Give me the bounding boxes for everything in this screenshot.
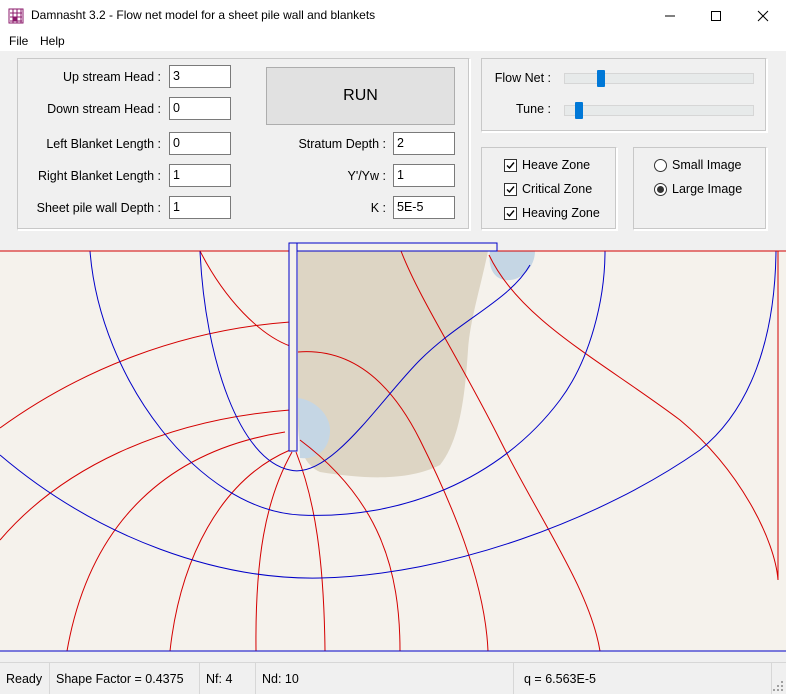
k-label: K : <box>370 201 386 215</box>
k-input[interactable]: 5E-5 <box>393 196 455 219</box>
minimize-icon <box>665 15 675 16</box>
app-icon <box>8 8 24 24</box>
close-icon <box>757 10 769 21</box>
sheet-pile-depth-label: Sheet pile wall Depth : <box>36 201 161 215</box>
checkbox-box <box>504 182 517 196</box>
check-icon <box>506 209 515 217</box>
large-image-radio[interactable]: Large Image <box>654 182 742 196</box>
check-icon <box>506 161 515 169</box>
checkbox-box <box>504 158 517 172</box>
upstream-head-input[interactable]: 3 <box>169 65 231 88</box>
radio-circle <box>654 182 667 196</box>
resize-grip-icon[interactable] <box>773 681 783 691</box>
run-button[interactable]: RUN <box>266 67 455 125</box>
status-q: q = 6.563E-5 <box>514 663 772 694</box>
close-button[interactable] <box>740 0 786 31</box>
downstream-head-input[interactable]: 0 <box>169 97 231 120</box>
menu-help[interactable]: Help <box>40 34 65 48</box>
window-title: Damnasht 3.2 - Flow net model for a shee… <box>31 8 376 22</box>
maximize-icon <box>711 10 721 21</box>
stratum-depth-input[interactable]: 2 <box>393 132 455 155</box>
status-shape-factor: Shape Factor = 0.4375 <box>50 663 200 694</box>
slider-panel <box>481 58 767 132</box>
heaving-zone-label: Heaving Zone <box>522 206 600 220</box>
small-image-label: Small Image <box>672 158 742 172</box>
flow-net-canvas <box>0 242 786 652</box>
title-bar: Damnasht 3.2 - Flow net model for a shee… <box>0 0 786 31</box>
large-image-label: Large Image <box>672 182 743 196</box>
right-blanket-input[interactable]: 1 <box>169 164 231 187</box>
critical-zone-checkbox[interactable]: Critical Zone <box>504 182 592 196</box>
critical-zone-label: Critical Zone <box>522 182 593 196</box>
left-blanket-input[interactable]: 0 <box>169 132 231 155</box>
radio-circle <box>654 158 667 172</box>
radio-dot <box>657 185 664 193</box>
heaving-zone-checkbox[interactable]: Heaving Zone <box>504 206 600 220</box>
flow-net-slider-track[interactable] <box>564 73 754 84</box>
sheet-pile-wall <box>288 242 298 452</box>
maximize-button[interactable] <box>693 0 739 31</box>
right-blanket <box>289 242 498 252</box>
status-ready: Ready <box>0 663 50 694</box>
check-icon <box>506 185 515 193</box>
flow-net-label: Flow Net : <box>494 71 551 85</box>
status-bar: Ready Shape Factor = 0.4375 Nf: 4 Nd: 10… <box>0 662 786 694</box>
upstream-head-label: Up stream Head : <box>63 70 161 84</box>
tune-label: Tune : <box>516 102 551 116</box>
sheet-pile-depth-input[interactable]: 1 <box>169 196 231 219</box>
downstream-head-label: Down stream Head : <box>47 102 161 116</box>
minimize-button[interactable] <box>647 0 693 31</box>
left-blanket-label: Left Blanket Length : <box>46 137 161 151</box>
small-image-radio[interactable]: Small Image <box>654 158 741 172</box>
gamma-ratio-label: Y'/Yw : <box>347 169 386 183</box>
heave-zone-checkbox[interactable]: Heave Zone <box>504 158 590 172</box>
stratum-depth-label: Stratum Depth : <box>298 137 386 151</box>
status-nd: Nd: 10 <box>256 663 514 694</box>
gamma-ratio-input[interactable]: 1 <box>393 164 455 187</box>
flow-net-slider-thumb[interactable] <box>597 70 605 87</box>
status-nf: Nf: 4 <box>200 663 256 694</box>
menu-file[interactable]: File <box>9 34 28 48</box>
checkbox-box <box>504 206 517 220</box>
right-blanket-label: Right Blanket Length : <box>38 169 161 183</box>
menu-bar: File Help <box>0 31 786 51</box>
heave-zone-label: Heave Zone <box>522 158 591 172</box>
tune-slider-track[interactable] <box>564 105 754 116</box>
tune-slider-thumb[interactable] <box>575 102 583 119</box>
